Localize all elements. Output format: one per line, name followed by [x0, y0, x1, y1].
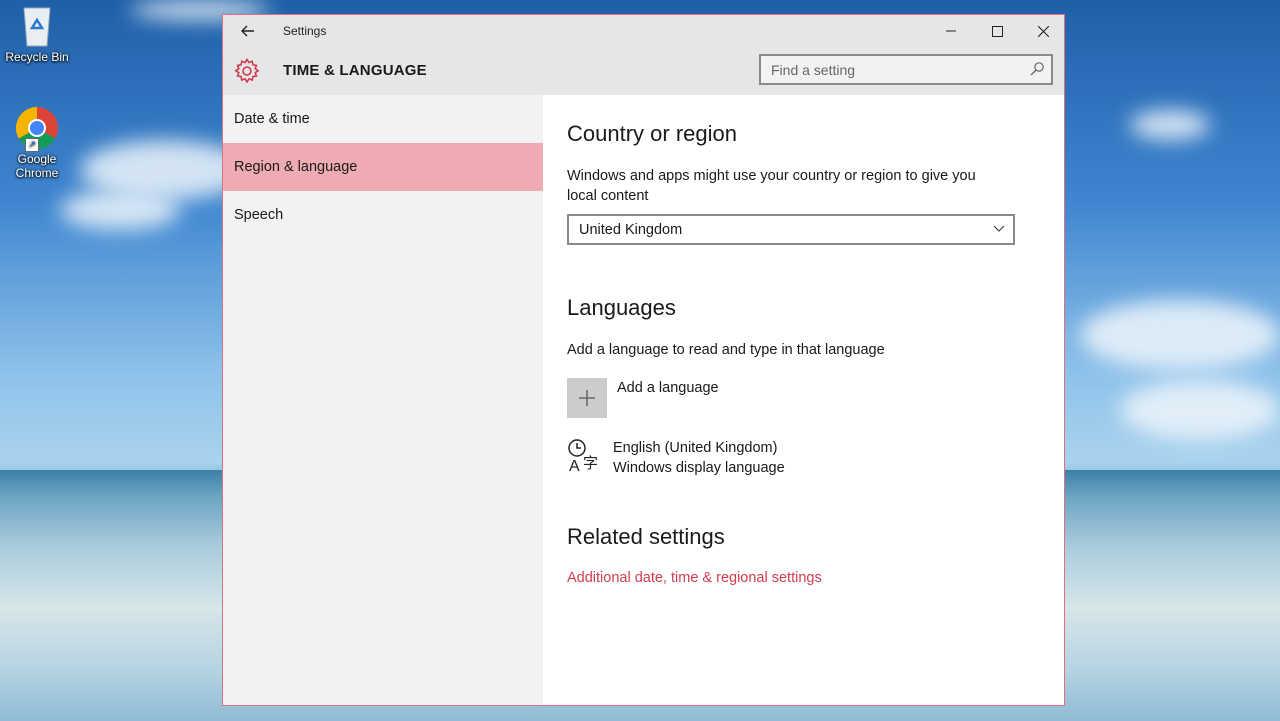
add-language-tile [567, 378, 607, 418]
search-input[interactable] [761, 56, 1041, 83]
language-icon: A 字 [568, 439, 598, 474]
desktop-icon-google-chrome[interactable]: ↗ Google Chrome [2, 106, 72, 180]
close-icon [1037, 25, 1049, 37]
chevron-down-icon [993, 225, 1005, 232]
recycle-bin-icon [17, 0, 57, 48]
gear-icon [234, 58, 260, 84]
back-arrow-icon [241, 25, 254, 37]
cloud [1080, 300, 1280, 370]
chrome-icon: ↗ [15, 106, 59, 152]
desktop-icon-label: Chrome [15, 166, 59, 180]
cloud [60, 190, 180, 230]
minimize-button[interactable] [928, 15, 974, 47]
country-description: Windows and apps might use your country … [567, 168, 976, 204]
maximize-button[interactable] [974, 15, 1020, 47]
settings-window: Settings TIME & LANGUAGE Date & time [222, 14, 1065, 706]
add-language-button[interactable]: Add a language [567, 378, 719, 418]
svg-text:A: A [569, 458, 580, 474]
svg-text:字: 字 [583, 454, 598, 472]
search-box [759, 54, 1053, 85]
sidebar-item-speech[interactable]: Speech [223, 191, 543, 239]
desktop-icon-label: Recycle Bin [5, 50, 69, 64]
maximize-icon [991, 25, 1003, 37]
search-icon[interactable] [1029, 61, 1045, 77]
minimize-icon [946, 30, 956, 32]
sidebar-item-date-time[interactable]: Date & time [223, 95, 543, 143]
add-language-label: Add a language [617, 380, 719, 396]
related-settings-heading: Related settings [567, 524, 725, 549]
country-dropdown[interactable]: United Kingdom [567, 214, 1015, 245]
country-heading: Country or region [567, 121, 737, 146]
desktop-icon-label: Google [17, 152, 57, 166]
shortcut-arrow-icon: ↗ [25, 138, 39, 152]
country-dropdown-value: United Kingdom [579, 222, 683, 238]
cloud [1130, 110, 1210, 140]
language-item-english-uk[interactable]: A 字 English (United Kingdom) Windows dis… [567, 438, 785, 478]
language-name: English (United Kingdom) [613, 440, 778, 456]
back-button[interactable] [233, 19, 263, 43]
languages-heading: Languages [567, 295, 676, 320]
settings-header: TIME & LANGUAGE [223, 47, 1064, 95]
page-title: TIME & LANGUAGE [283, 62, 427, 79]
desktop-icon-recycle-bin[interactable]: Recycle Bin [2, 0, 72, 64]
sidebar-item-region-language[interactable]: Region & language [223, 143, 543, 191]
title-bar: Settings [223, 15, 1064, 47]
cloud [1120, 380, 1280, 440]
language-subtitle: Windows display language [613, 460, 785, 476]
window-title: Settings [283, 24, 327, 38]
additional-settings-link[interactable]: Additional date, time & regional setting… [567, 570, 822, 586]
close-button[interactable] [1020, 15, 1066, 47]
sidebar: Date & time Region & language Speech [223, 95, 543, 705]
languages-description: Add a language to read and type in that … [567, 342, 885, 358]
plus-icon [579, 390, 595, 406]
